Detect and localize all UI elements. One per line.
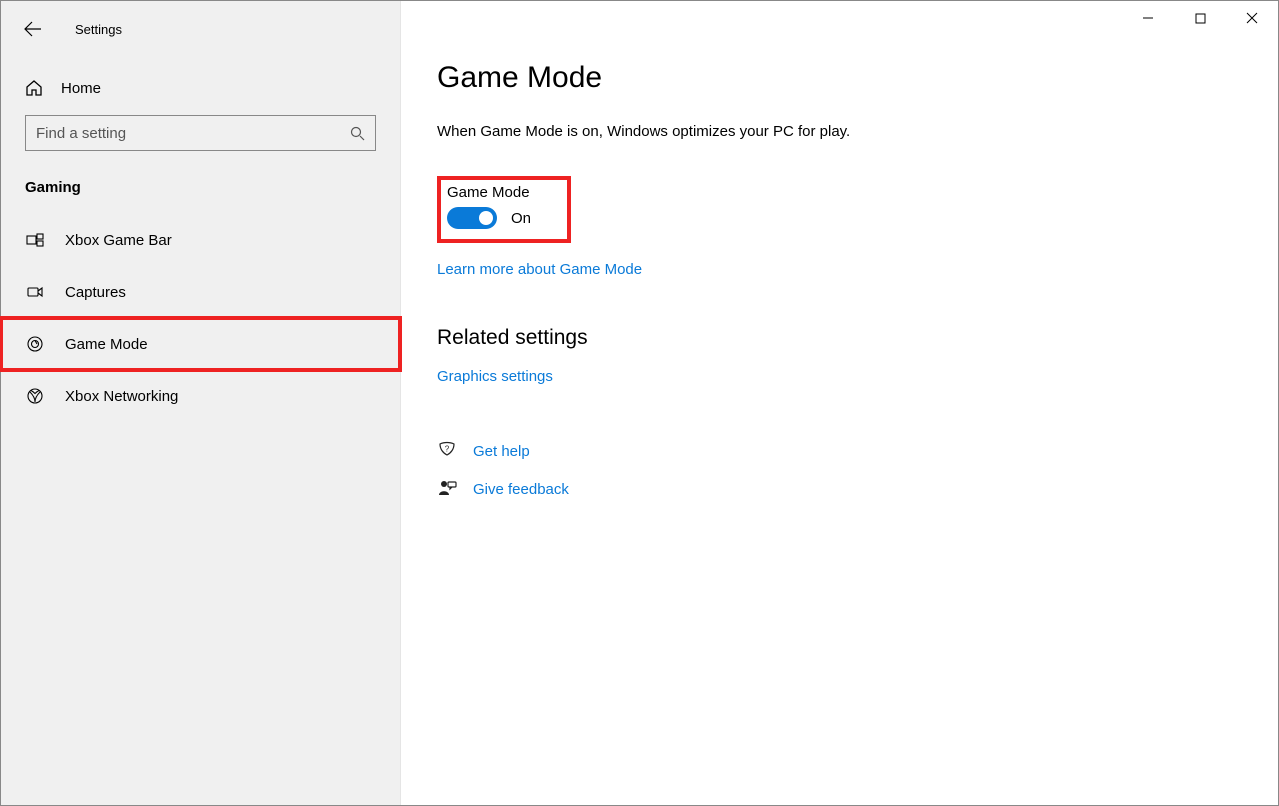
search-box[interactable] xyxy=(25,115,376,151)
feedback-icon xyxy=(437,479,457,499)
close-icon xyxy=(1246,12,1258,24)
nav-label: Xbox Game Bar xyxy=(65,232,172,249)
get-help-link: Get help xyxy=(473,443,530,460)
search-icon xyxy=(350,126,365,141)
sidebar: Settings Home Gaming Xbox Game Bar xyxy=(1,1,401,805)
related-settings-header: Related settings xyxy=(437,326,1242,350)
give-feedback-row[interactable]: Give feedback xyxy=(437,479,1242,499)
nav-item-captures[interactable]: Captures xyxy=(1,266,400,318)
page-title: Game Mode xyxy=(437,61,1242,95)
game-mode-icon xyxy=(25,334,45,354)
search-input[interactable] xyxy=(36,125,350,142)
get-help-row[interactable]: ? Get help xyxy=(437,441,1242,461)
description: When Game Mode is on, Windows optimizes … xyxy=(437,123,1242,140)
game-mode-toggle-group: Game Mode On xyxy=(437,176,571,243)
maximize-button[interactable] xyxy=(1174,1,1226,35)
game-mode-toggle[interactable] xyxy=(447,207,497,229)
nav-label: Captures xyxy=(65,284,126,301)
nav-list: Xbox Game Bar Captures Game Mode Xbox Ne… xyxy=(1,214,400,422)
minimize-icon xyxy=(1142,12,1154,24)
give-feedback-link: Give feedback xyxy=(473,481,569,498)
nav-label: Game Mode xyxy=(65,336,148,353)
app-title: Settings xyxy=(75,22,122,37)
nav-label: Xbox Networking xyxy=(65,388,178,405)
home-icon xyxy=(25,79,43,97)
category-header: Gaming xyxy=(25,179,376,214)
nav-item-xbox-game-bar[interactable]: Xbox Game Bar xyxy=(1,214,400,266)
captures-icon xyxy=(25,282,45,302)
xbox-icon xyxy=(25,386,45,406)
arrow-left-icon xyxy=(24,20,42,38)
help-icon: ? xyxy=(437,441,457,461)
window-controls xyxy=(1122,1,1278,35)
maximize-icon xyxy=(1195,13,1206,24)
toggle-state: On xyxy=(511,210,531,227)
close-button[interactable] xyxy=(1226,1,1278,35)
nav-item-game-mode[interactable]: Game Mode xyxy=(1,318,400,370)
svg-text:?: ? xyxy=(445,445,450,454)
back-button[interactable] xyxy=(21,17,45,41)
titlebar: Settings xyxy=(1,11,400,47)
main-panel: Game Mode When Game Mode is on, Windows … xyxy=(401,1,1278,805)
toggle-label: Game Mode xyxy=(447,184,531,201)
nav-item-xbox-networking[interactable]: Xbox Networking xyxy=(1,370,400,422)
minimize-button[interactable] xyxy=(1122,1,1174,35)
learn-more-link[interactable]: Learn more about Game Mode xyxy=(437,261,1242,278)
graphics-settings-link[interactable]: Graphics settings xyxy=(437,368,1242,385)
home-nav[interactable]: Home xyxy=(25,67,376,115)
home-label: Home xyxy=(61,80,101,97)
game-bar-icon xyxy=(25,230,45,250)
